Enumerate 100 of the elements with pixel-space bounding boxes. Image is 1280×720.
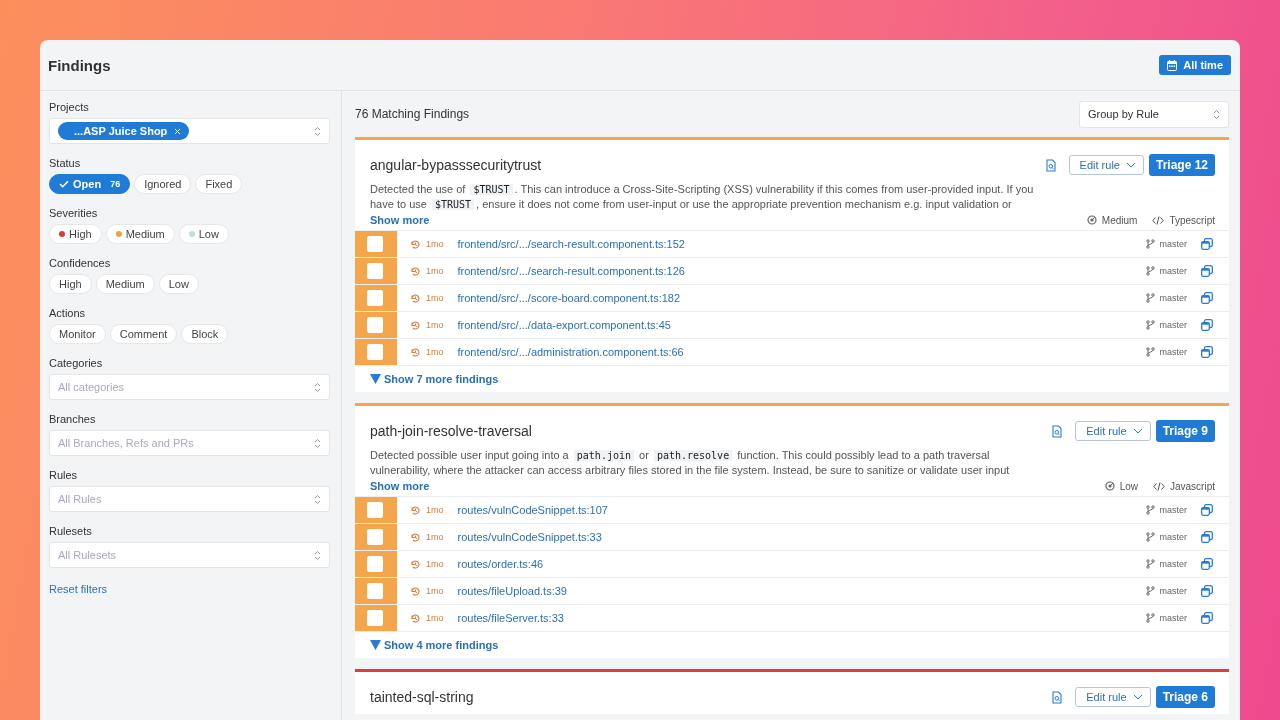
filter-label: Projects (49, 101, 90, 113)
filter-label: Severities (49, 207, 99, 219)
remove-icon[interactable] (174, 127, 182, 135)
filter-label: Rulesets (49, 525, 93, 537)
updown-chevron-icon (314, 125, 321, 137)
show-more-findings-link[interactable]: Show 7 more findings (355, 366, 1229, 392)
branch-icon (1146, 266, 1156, 276)
filter-chip[interactable]: High (49, 224, 102, 244)
branch-name: master (1159, 320, 1187, 330)
row-checkbox[interactable] (367, 556, 383, 572)
show-more-link[interactable]: Show more (370, 480, 430, 492)
file-path-link[interactable]: routes/vulnCodeSnippet.ts:107 (457, 504, 1147, 516)
show-more-findings-link[interactable]: Show 4 more findings (355, 632, 1229, 658)
branch-name: master (1159, 532, 1187, 542)
filter-chip[interactable]: Fixed (195, 174, 243, 194)
finding-age: 1mo (426, 239, 444, 249)
row-checkbox[interactable] (367, 529, 383, 545)
file-path-link[interactable]: frontend/src/.../administration.component.ts:66 (457, 346, 1147, 358)
triage-button[interactable]: Triage 12 (1148, 154, 1215, 176)
file-path-link[interactable]: routes/fileServer.ts:33 (457, 612, 1147, 624)
filter-chip[interactable]: Low (178, 224, 229, 244)
file-path-link[interactable]: frontend/src/.../search-result.component.ts:152 (457, 238, 1147, 250)
windows-icon[interactable] (1201, 558, 1213, 570)
filter-chip[interactable]: Medium (105, 224, 175, 244)
edit-rule-button[interactable]: Edit rule (1075, 687, 1151, 707)
gauge-icon (1086, 215, 1097, 225)
filter-label: Categories (49, 357, 104, 369)
page-title: Findings (48, 56, 111, 74)
updown-chevron-icon (314, 549, 321, 561)
filter-chip[interactable]: Block (181, 324, 229, 344)
branch-name: master (1159, 347, 1187, 357)
document-search-icon[interactable] (1045, 158, 1056, 172)
windows-icon[interactable] (1201, 319, 1213, 331)
date-range-button[interactable]: All time (1159, 55, 1231, 75)
filter-chip[interactable]: Monitor (49, 324, 106, 344)
row-checkbox[interactable] (367, 502, 383, 518)
windows-icon[interactable] (1201, 612, 1213, 624)
filter-chip[interactable]: Ignored (134, 174, 192, 194)
windows-icon[interactable] (1201, 504, 1213, 516)
file-path-link[interactable]: routes/vulnCodeSnippet.ts:33 (457, 531, 1147, 543)
finding-age: 1mo (426, 320, 444, 330)
row-checkbox[interactable] (367, 344, 383, 360)
file-path-link[interactable]: routes/order.ts:46 (457, 558, 1147, 570)
windows-icon[interactable] (1201, 265, 1213, 277)
file-path-link[interactable]: routes/fileUpload.ts:39 (457, 585, 1147, 597)
branch-name: master (1159, 559, 1187, 569)
filter-chip[interactable]: Medium (95, 274, 155, 294)
filter-chip[interactable]: Open 76 (49, 174, 131, 194)
project-tag[interactable]: ...ASP Juice Shop (58, 122, 190, 140)
file-path-link[interactable]: frontend/src/.../data-export.component.ts:45 (457, 319, 1147, 331)
windows-icon[interactable] (1201, 585, 1213, 597)
filter-chip[interactable]: Comment (109, 324, 178, 344)
windows-icon[interactable] (1201, 238, 1213, 250)
document-search-icon[interactable] (1052, 424, 1063, 438)
project-select[interactable]: ...ASP Juice Shop (49, 118, 330, 144)
edit-rule-button[interactable]: Edit rule (1068, 155, 1144, 175)
row-checkbox[interactable] (367, 236, 383, 252)
branch-icon (1146, 347, 1156, 357)
history-icon (410, 531, 421, 543)
branch-name: master (1159, 613, 1187, 623)
windows-icon[interactable] (1201, 346, 1213, 358)
filter-chip[interactable]: Low (158, 274, 199, 294)
branch-icon (1146, 293, 1156, 303)
windows-icon[interactable] (1201, 292, 1213, 304)
history-icon (410, 265, 421, 277)
finding-age: 1mo (426, 586, 444, 596)
row-checkbox[interactable] (367, 290, 383, 306)
document-search-icon[interactable] (1052, 690, 1063, 704)
check-icon (59, 180, 69, 188)
edit-rule-button[interactable]: Edit rule (1075, 421, 1151, 441)
row-checkbox[interactable] (367, 263, 383, 279)
file-path-link[interactable]: frontend/src/.../score-board.component.ts:182 (457, 292, 1147, 304)
filter-label: Rules (49, 469, 79, 481)
finding-age: 1mo (426, 505, 444, 515)
finding-age: 1mo (426, 613, 444, 623)
branch-icon (1146, 586, 1156, 596)
show-more-link[interactable]: Show more (370, 214, 430, 226)
row-checkbox[interactable] (367, 317, 383, 333)
rule-name: angular-bypasssecuritytrust (370, 157, 542, 173)
triage-button[interactable]: Triage 9 (1155, 420, 1215, 442)
rule-name: path-join-resolve-traversal (370, 423, 532, 439)
language-label: Javascript (1170, 480, 1215, 492)
branch-icon (1146, 320, 1156, 330)
finding-age: 1mo (426, 347, 444, 357)
triage-button[interactable]: Triage 6 (1155, 686, 1215, 708)
windows-icon[interactable] (1201, 531, 1213, 543)
finding-age: 1mo (426, 266, 444, 276)
branch-icon (1146, 239, 1156, 249)
file-path-link[interactable]: frontend/src/.../search-result.component.ts:126 (457, 265, 1147, 277)
row-checkbox[interactable] (367, 583, 383, 599)
updown-chevron-icon (314, 437, 321, 449)
filter-chip[interactable]: High (49, 274, 92, 294)
rule-description: Detected possible user input going into a path.join or path.resolve function. This could possibly lead to a path traversal vulnerability, where the attacker can access arbitrary files stored in the file system. Instead, be sure to sanitize or validate user input (369, 448, 1011, 478)
group-by-select[interactable]: Group by Rule (1079, 100, 1229, 128)
branch-icon (1146, 559, 1156, 569)
filter-label: Branches (49, 413, 97, 425)
row-checkbox[interactable] (367, 610, 383, 626)
confidence-label: Medium (1101, 214, 1138, 226)
chevron-down-icon (1132, 694, 1143, 700)
reset-filters-link[interactable]: Reset filters (49, 583, 330, 595)
